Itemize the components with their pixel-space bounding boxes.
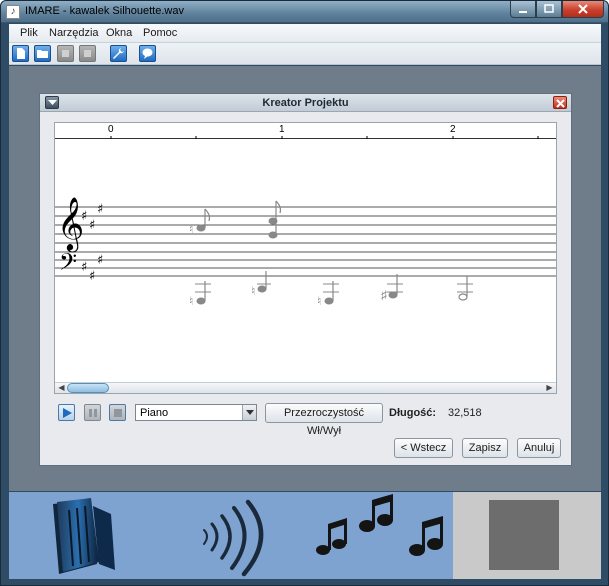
- menu-narzedzia[interactable]: Narzędzia: [49, 27, 99, 39]
- audio-panel-icon[interactable]: [39, 492, 169, 579]
- dialog-footer: < Wstecz Zapisz Anuluj: [40, 438, 571, 460]
- window-controls: [510, 1, 604, 19]
- play-icon: [63, 408, 72, 418]
- svg-text:♮: ♮: [189, 294, 193, 308]
- transparency-toggle-button[interactable]: Przezroczystość Wł/Wył: [265, 403, 383, 437]
- maximize-button[interactable]: [536, 1, 562, 18]
- title-bar[interactable]: ♪ IMARE - kawalek Silhouette.wav: [1, 1, 608, 23]
- menu-pomoc[interactable]: Pomoc: [143, 27, 177, 39]
- menu-plik[interactable]: Plik: [20, 27, 38, 39]
- disabled-icon: [84, 50, 91, 57]
- help-button[interactable]: [139, 45, 156, 62]
- sharp-icon: ♯: [81, 209, 87, 224]
- sharp-icon: ♯: [97, 253, 103, 268]
- bass-staff-lines: [55, 251, 556, 277]
- maximize-icon: [544, 4, 554, 13]
- close-button[interactable]: [562, 1, 604, 18]
- length-label: Długość:: [389, 407, 437, 419]
- note-1: ♮: [189, 208, 211, 236]
- open-folder-button[interactable]: [34, 45, 51, 62]
- playback-controls: Piano Przezroczystość Wł/Wył Długość: 32…: [58, 403, 558, 437]
- dock-preview-area: [453, 492, 601, 579]
- notes: ♮ ♮ ♮ ♮ ♯: [189, 200, 473, 308]
- sharp-icon: ♯: [81, 260, 87, 275]
- pause-button[interactable]: [84, 404, 101, 421]
- new-file-icon: [17, 48, 25, 59]
- close-icon: [555, 99, 565, 108]
- wrench-icon: [113, 48, 124, 59]
- treble-clef-icon: 𝄞: [57, 196, 84, 252]
- horizontal-scrollbar[interactable]: ◀ ▶: [55, 382, 556, 393]
- app-icon: ♪: [6, 5, 20, 19]
- minimize-icon: [519, 11, 527, 13]
- settings-button[interactable]: [110, 45, 127, 62]
- new-file-button[interactable]: [12, 45, 29, 62]
- sharp-icon: ♯: [89, 218, 95, 233]
- blank-square-icon[interactable]: [489, 500, 559, 570]
- cancel-button[interactable]: Anuluj: [517, 438, 561, 458]
- music-notes-icon[interactable]: [309, 492, 449, 579]
- dock-bar: [9, 492, 601, 579]
- treble-staff-lines: [55, 206, 556, 244]
- toolbar: [9, 43, 601, 65]
- length-value: 32,518: [448, 407, 482, 419]
- menu-bar: Plik Narzędzia Okna Pomoc: [9, 24, 601, 43]
- pause-icon: [89, 409, 97, 417]
- sharp-icon: ♯: [89, 269, 95, 284]
- menu-okna[interactable]: Okna: [106, 27, 132, 39]
- scroll-right-button[interactable]: ▶: [544, 383, 555, 393]
- svg-text:♮: ♮: [317, 294, 321, 308]
- stop-button[interactable]: [109, 404, 126, 421]
- svg-text:♮: ♮: [251, 284, 255, 298]
- note-5: ♮: [317, 281, 339, 308]
- play-button[interactable]: [58, 404, 75, 421]
- dialog-title: Kreator Projektu: [262, 97, 349, 109]
- app-window: ♪ IMARE - kawalek Silhouette.wav Plik Na…: [0, 0, 609, 586]
- sound-waves-icon[interactable]: [184, 492, 294, 579]
- project-wizard-dialog: Kreator Projektu 0 1 2 𝄞 ♯ ♯ ♯ 𝄢 ♯ ♯ ♯ ♮…: [39, 93, 572, 466]
- minimize-button[interactable]: [510, 1, 536, 18]
- chevron-down-icon: [246, 410, 254, 415]
- back-button[interactable]: < Wstecz: [394, 438, 453, 458]
- bass-clef-icon: 𝄢: [59, 248, 77, 281]
- close-icon: [578, 4, 588, 14]
- svg-text:♯: ♯: [381, 288, 387, 302]
- scroll-thumb[interactable]: [67, 383, 109, 393]
- note-6: ♯: [381, 274, 403, 302]
- scroll-left-button[interactable]: ◀: [56, 383, 67, 393]
- note-7: [457, 276, 473, 301]
- instrument-select-arrow[interactable]: [242, 405, 256, 420]
- ruler-ticks: [110, 136, 539, 139]
- note-4: ♮: [251, 271, 271, 298]
- disabled-toolbar-button-1[interactable]: [57, 45, 74, 62]
- help-icon: [142, 48, 153, 59]
- music-staff: 𝄞 ♯ ♯ ♯ 𝄢 ♯ ♯ ♯ ♮ ♮ ♮ ♮ ♯: [55, 136, 556, 308]
- sharp-icon: ♯: [97, 202, 103, 217]
- stop-icon: [114, 409, 122, 417]
- dialog-title-bar[interactable]: Kreator Projektu: [40, 94, 571, 112]
- instrument-select-value: Piano: [140, 407, 169, 419]
- instrument-select[interactable]: Piano: [135, 404, 257, 421]
- save-button[interactable]: Zapisz: [462, 438, 508, 458]
- score-view[interactable]: 0 1 2 𝄞 ♯ ♯ ♯ 𝄢 ♯ ♯ ♯ ♮ ♮ ♮ ♮ ♯ ◀ ▶: [54, 122, 557, 394]
- window-title: IMARE - kawalek Silhouette.wav: [25, 5, 184, 17]
- dialog-close-button[interactable]: [553, 96, 567, 109]
- open-folder-icon: [37, 50, 48, 58]
- disabled-icon: [62, 50, 69, 57]
- svg-text:♮: ♮: [189, 222, 193, 236]
- disabled-toolbar-button-2[interactable]: [79, 45, 96, 62]
- note-3: ♮: [189, 281, 211, 308]
